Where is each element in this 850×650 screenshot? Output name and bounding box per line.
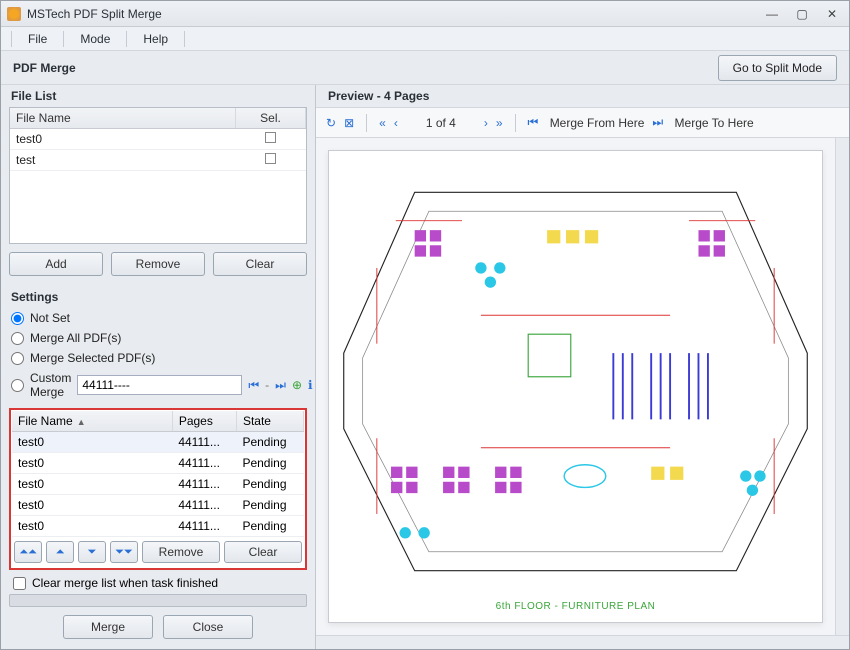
file-list-panel: File Name Sel. test0 test xyxy=(9,107,307,244)
move-bottom-button[interactable]: ⏷⏷ xyxy=(110,541,138,563)
opt-custom-merge: Custom Merge ⏮ - ⏭ ⊕ ℹ xyxy=(9,368,307,402)
merge-button[interactable]: Merge xyxy=(63,615,153,639)
custom-merge-label: Custom Merge xyxy=(30,371,71,399)
sel-checkbox[interactable] xyxy=(265,132,276,143)
vertical-scrollbar[interactable] xyxy=(835,138,849,635)
clear-after-label: Clear merge list when task finished xyxy=(32,576,218,590)
merge-row[interactable]: test044111...Pending xyxy=(12,453,304,474)
merge-list-table: File Name▲ Pages State test044111...Pend… xyxy=(12,411,304,537)
app-title: MSTech PDF Split Merge xyxy=(27,7,761,21)
file-name-cell: test0 xyxy=(10,129,236,150)
remove-file-button[interactable]: Remove xyxy=(111,252,205,276)
preview-title: Preview - 4 Pages xyxy=(316,85,849,108)
last-page-icon[interactable]: » xyxy=(496,116,503,130)
merge-row[interactable]: test044111...Pending xyxy=(12,432,304,453)
opt-not-set[interactable]: Not Set xyxy=(9,308,307,328)
rotate-icon[interactable]: ↻ xyxy=(326,116,336,130)
menu-file[interactable]: File xyxy=(18,30,57,48)
menu-mode[interactable]: Mode xyxy=(70,30,120,48)
sep-icon: - xyxy=(265,377,269,393)
move-top-button[interactable]: ⏶⏶ xyxy=(14,541,42,563)
floor-plan-image xyxy=(339,171,812,592)
horizontal-scrollbar[interactable] xyxy=(316,635,849,649)
app-window: MSTech PDF Split Merge — ▢ ✕ File Mode H… xyxy=(0,0,850,650)
info-icon[interactable]: ℹ xyxy=(308,377,313,393)
clear-merge-button[interactable]: Clear xyxy=(224,541,302,563)
radio-merge-sel[interactable] xyxy=(11,352,24,365)
move-down-button[interactable]: ⏷ xyxy=(78,541,106,563)
merge-row[interactable]: test044111...Pending xyxy=(12,474,304,495)
file-list-row[interactable]: test xyxy=(10,150,306,171)
menubar: File Mode Help xyxy=(1,27,849,51)
next-page-icon[interactable]: › xyxy=(484,116,488,130)
file-name-cell: test xyxy=(10,150,236,171)
app-icon xyxy=(7,7,21,21)
merge-from-here-button[interactable]: ⏮ Merge From Here xyxy=(528,115,645,130)
col-merge-pages[interactable]: Pages xyxy=(172,411,236,432)
sort-asc-icon: ▲ xyxy=(77,417,86,427)
opt-merge-selected[interactable]: Merge Selected PDF(s) xyxy=(9,348,307,368)
maximize-button[interactable]: ▢ xyxy=(791,5,813,23)
settings-title: Settings xyxy=(9,286,307,308)
titlebar: MSTech PDF Split Merge — ▢ ✕ xyxy=(1,1,849,27)
prev-page-icon[interactable]: ‹ xyxy=(394,116,398,130)
col-merge-state[interactable]: State xyxy=(236,411,303,432)
custom-merge-input[interactable] xyxy=(77,375,242,395)
col-merge-file-name[interactable]: File Name▲ xyxy=(12,411,172,432)
subheader: PDF Merge Go to Split Mode xyxy=(1,51,849,85)
preview-toolbar: ↻ ⊠ « ‹ 1 of 4 › » ⏮ Merge From Here ⏭ M… xyxy=(316,108,849,138)
remove-merge-button[interactable]: Remove xyxy=(142,541,220,563)
last-icon[interactable]: ⏭ xyxy=(275,377,286,393)
go-to-split-mode-button[interactable]: Go to Split Mode xyxy=(718,55,837,81)
move-up-button[interactable]: ⏶ xyxy=(46,541,74,563)
progress-bar xyxy=(9,594,307,607)
file-list-row[interactable]: test0 xyxy=(10,129,306,150)
radio-merge-all[interactable] xyxy=(11,332,24,345)
file-list-table: File Name Sel. test0 test xyxy=(10,108,306,171)
first-page-icon[interactable]: « xyxy=(379,116,386,130)
merge-list-panel: File Name▲ Pages State test044111...Pend… xyxy=(9,408,307,570)
left-panel: File List File Name Sel. test0 test xyxy=(1,85,316,649)
right-panel: Preview - 4 Pages ↻ ⊠ « ‹ 1 of 4 › » ⏮ M… xyxy=(316,85,849,649)
sel-checkbox[interactable] xyxy=(265,153,276,164)
radio-not-set[interactable] xyxy=(11,312,24,325)
page-counter: 1 of 4 xyxy=(406,116,476,130)
close-button[interactable]: Close xyxy=(163,615,253,639)
add-range-icon[interactable]: ⊕ xyxy=(292,377,302,393)
close-window-button[interactable]: ✕ xyxy=(821,5,843,23)
clear-after-checkbox-row[interactable]: Clear merge list when task finished xyxy=(9,570,307,594)
col-file-name[interactable]: File Name xyxy=(10,108,236,129)
minimize-button[interactable]: — xyxy=(761,5,783,23)
file-list-title: File List xyxy=(9,85,307,107)
merge-row[interactable]: test044111...Pending xyxy=(12,516,304,537)
radio-custom[interactable] xyxy=(11,379,24,392)
page-title: PDF Merge xyxy=(13,61,76,75)
preview-page: 6th FLOOR - FURNITURE PLAN xyxy=(328,150,823,623)
clear-after-checkbox[interactable] xyxy=(13,577,26,590)
menu-help[interactable]: Help xyxy=(133,30,178,48)
add-button[interactable]: Add xyxy=(9,252,103,276)
cancel-icon[interactable]: ⊠ xyxy=(344,116,354,130)
merge-to-here-button[interactable]: ⏭ Merge To Here xyxy=(652,115,753,130)
opt-merge-all[interactable]: Merge All PDF(s) xyxy=(9,328,307,348)
clear-files-button[interactable]: Clear xyxy=(213,252,307,276)
col-sel[interactable]: Sel. xyxy=(236,108,306,129)
first-icon[interactable]: ⏮ xyxy=(248,377,259,393)
preview-caption: 6th FLOOR - FURNITURE PLAN xyxy=(329,601,822,612)
merge-row[interactable]: test044111...Pending xyxy=(12,495,304,516)
